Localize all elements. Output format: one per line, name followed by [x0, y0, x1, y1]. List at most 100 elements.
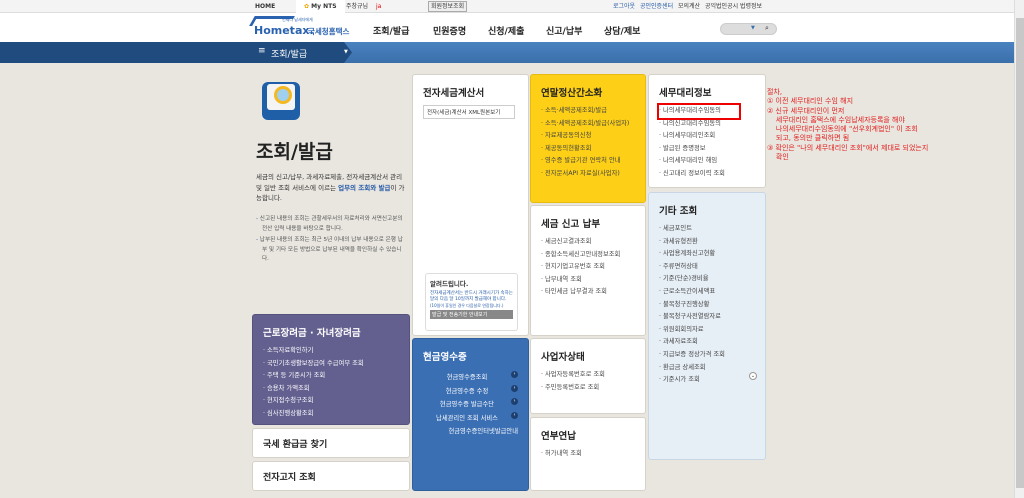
search-icon[interactable]: ⌕ [765, 24, 769, 33]
dropdown-icon[interactable]: ▼ [751, 25, 755, 31]
eitc-title[interactable]: 근로장려금 · 자녀장려금 [263, 325, 399, 339]
yearend-panel: 연말정산간소화 소득·세액공제조회/발급 소득·세액공제조회/발급(사업자) 자… [530, 74, 646, 203]
list-item[interactable]: 제공동의현황조회 [541, 143, 635, 156]
logout-link[interactable]: 로그아웃 [613, 0, 635, 13]
etax-title[interactable]: 전자세금계산서 [423, 85, 518, 99]
list-item[interactable]: 주민등록번호로 조회 [541, 382, 635, 395]
list-item[interactable]: 타인세금 납부결과 조회 [541, 286, 635, 299]
annotation-note: 절차, ① 이전 세무대리인 수임 해지 ② 신규 세무대리인이 먼저 세무대리… [767, 88, 929, 162]
refund-search-button[interactable]: 국세 환급금 찾기 [252, 428, 410, 458]
list-item[interactable]: 현지기업고유번호 조회 [541, 261, 635, 274]
list-item[interactable]: 세금포인트 [659, 223, 755, 236]
list-item[interactable]: 현금영수증인터넷발급안내 [423, 425, 518, 439]
cash-title[interactable]: 현금영수증 [423, 349, 518, 363]
flower-icon: ✿ [304, 3, 310, 10]
deadline-guide-button[interactable]: 발급 및 전송기한 안내보기 [430, 310, 513, 319]
list-item[interactable]: 위원회회의자료 [659, 324, 755, 337]
tax-title[interactable]: 세금 신고 납부 [541, 216, 635, 230]
arrow-right-icon: › [511, 371, 518, 378]
hometax-logo[interactable]: Hometax. 국세청홈택스 언제나 납세자에게 [249, 16, 362, 40]
eitc-panel: 근로장려금 · 자녀장려금 소득자료확인하기 국민기초생활보장급여 수급여부 조… [252, 314, 410, 425]
list-item[interactable]: 불복청구사전열람자료 [659, 311, 755, 324]
list-item[interactable]: 소득·세액공제조회/발급 [541, 105, 635, 118]
list-item[interactable]: 과세유형전환 [659, 236, 755, 249]
list-item[interactable]: 기준(단순)경비율 [659, 273, 755, 286]
intro-notes: - 신고된 내용의 조회는 관할세무서의 자료처리와 서면신고분의 전산 입력 … [256, 215, 406, 265]
list-item-highlighted[interactable]: 나의세무대리수임동의 [657, 103, 741, 120]
chevron-down-icon: ▼ [344, 49, 348, 55]
list-item[interactable]: 전자문서API 자료실(사업자) [541, 168, 635, 181]
list-item[interactable]: 지급보증 정상가격 조회 [659, 349, 755, 362]
list-item[interactable]: 심사진행상황조회 [263, 408, 399, 421]
intro-description: 세금의 신고/납부, 과세자료제출, 전자세금계산서 관리 및 일반 조회 서비… [256, 173, 405, 202]
list-item[interactable]: 현금영수증조회 › [423, 371, 518, 385]
intro-note: - 신고된 내용의 조회는 관할세무서의 자료처리와 서면신고분의 전산 입력 … [256, 216, 403, 232]
installment-panel: 연부연납 허가내역 조회 [530, 417, 646, 491]
list-item[interactable]: 나의신고대리수임동의 [659, 118, 755, 131]
list-item[interactable]: 현금영수증 수정 › [423, 384, 518, 399]
nav-inquiry[interactable]: 조회/발급 [373, 24, 409, 37]
agent-title[interactable]: 세무대리정보 [659, 85, 755, 99]
scrollbar-thumb[interactable] [1016, 18, 1024, 488]
list-item[interactable]: 승용차 가액조회 [263, 383, 399, 396]
other-inquiry-panel: 기타 조회 세금포인트 과세유형전환 사업용계좌신고현황 주류면허상태 기준(단… [648, 192, 766, 460]
other-title[interactable]: 기타 조회 [659, 203, 755, 217]
search-input[interactable]: ▼ ⌕ [720, 23, 777, 35]
hamburger-icon: ≡ [258, 46, 266, 56]
nav-filing[interactable]: 신고/납부 [546, 24, 582, 37]
arrow-right-icon: › [511, 384, 518, 392]
yearend-title[interactable]: 연말정산간소화 [541, 85, 635, 99]
list-item[interactable]: 기준시가 조회 [659, 374, 755, 387]
list-item[interactable]: 주류면허상태 [659, 261, 755, 274]
nav-application[interactable]: 신청/제출 [488, 24, 524, 37]
e-notice-button[interactable]: 전자고지 조회 [252, 461, 410, 491]
list-item[interactable]: 사업자등록번호로 조회 [541, 369, 635, 382]
nav-consult[interactable]: 상담/제보 [604, 24, 640, 37]
xml-view-button[interactable]: 전자(세금)계산서 XML원본보기 [423, 105, 515, 119]
list-item[interactable]: 나의세무대리인 해임 [659, 155, 755, 168]
scrollbar[interactable] [1014, 0, 1024, 498]
top-utility-bar: HOME ✿ My NTS 주창규님 ja 회원정보조회 로그아웃 공인인증센터… [0, 0, 1014, 13]
mynts-link[interactable]: ✿ My NTS [296, 0, 345, 13]
public-corp-link[interactable]: 공익법인공시 [705, 0, 738, 13]
intro-note: - 납부된 내용의 조회는 최근 5년 이내의 납부 내용으로 은행 납부 및 … [256, 237, 403, 262]
notice-box: 알려드립니다. 전자세금계산서는 반드시 거래시기가 속하는 달의 다음 달 1… [425, 273, 518, 331]
header: Hometax. 국세청홈택스 언제나 납세자에게 조회/발급 민원증명 신청/… [0, 13, 1014, 42]
list-item[interactable]: 소득·세액공제조회/발급(사업자) [541, 118, 635, 131]
list-item[interactable]: 영수증 발급기관 연락처 안내 [541, 155, 635, 168]
list-item[interactable]: 현금영수증 발급수단 › [423, 398, 518, 412]
list-item[interactable]: 주택 등 기준시가 조회 [263, 370, 399, 383]
list-item[interactable]: 발급된 증명정보 [659, 143, 755, 156]
etax-invoice-panel: 전자세금계산서 전자(세금)계산서 XML원본보기 알려드립니다. 전자세금계산… [412, 74, 529, 336]
list-item[interactable]: 종합소득세신고안내정보조회 [541, 249, 635, 262]
list-item[interactable]: 납세관리인 조회 서비스 › [423, 411, 518, 426]
list-item[interactable]: 세금신고결과조회 [541, 236, 635, 249]
law-info-link[interactable]: 법령정보 [740, 0, 762, 13]
list-item[interactable]: 근로소득간이세액표 [659, 286, 755, 299]
nav-certificate[interactable]: 민원증명 [433, 24, 466, 37]
expand-more-icon[interactable]: ⌄ [749, 372, 757, 380]
install-title[interactable]: 연부연납 [541, 428, 635, 442]
list-item[interactable]: 불복청구진행상황 [659, 299, 755, 312]
list-item[interactable]: 환급금 상세조회 [659, 362, 755, 375]
menu-selector[interactable]: ≡ 조회/발급 ▼ [0, 42, 352, 63]
tax-filing-panel: 세금 신고 납부 세금신고결과조회 종합소득세신고안내정보조회 현지기업고유번호… [530, 205, 646, 336]
list-item[interactable]: 국민기초생활보장급여 수급여부 조회 [263, 358, 399, 371]
member-info-button[interactable]: 회원정보조회 [428, 1, 468, 12]
business-status-panel: 사업자상태 사업자등록번호로 조회 주민등록번호로 조회 [530, 338, 646, 414]
list-item[interactable]: 자료제공동의신청 [541, 130, 635, 143]
list-item[interactable]: 현지접수청구조회 [263, 395, 399, 408]
list-item[interactable]: 소득자료확인하기 [263, 345, 399, 358]
list-item[interactable]: 납부내역 조회 [541, 274, 635, 287]
list-item[interactable]: 허가내역 조회 [541, 448, 635, 461]
arrow-right-icon: › [510, 398, 518, 405]
list-item[interactable]: 과세자료조회 [659, 336, 755, 349]
list-item[interactable]: 나의세무대리인조회 [659, 130, 755, 143]
biz-title[interactable]: 사업자상태 [541, 349, 635, 363]
list-item[interactable]: 사업용계좌신고현황 [659, 248, 755, 261]
home-link[interactable]: HOME [255, 0, 275, 13]
cash-receipt-panel: 현금영수증 현금영수증조회 › 현금영수증 수정 › 현금영수증 발급수단 › 납세관… [412, 338, 529, 491]
cert-center-link[interactable]: 공인인증센터 [640, 0, 673, 13]
simulation-link[interactable]: 모의계산 [678, 0, 700, 13]
list-item[interactable]: 신고대리 정보이력 조회 [659, 168, 755, 181]
